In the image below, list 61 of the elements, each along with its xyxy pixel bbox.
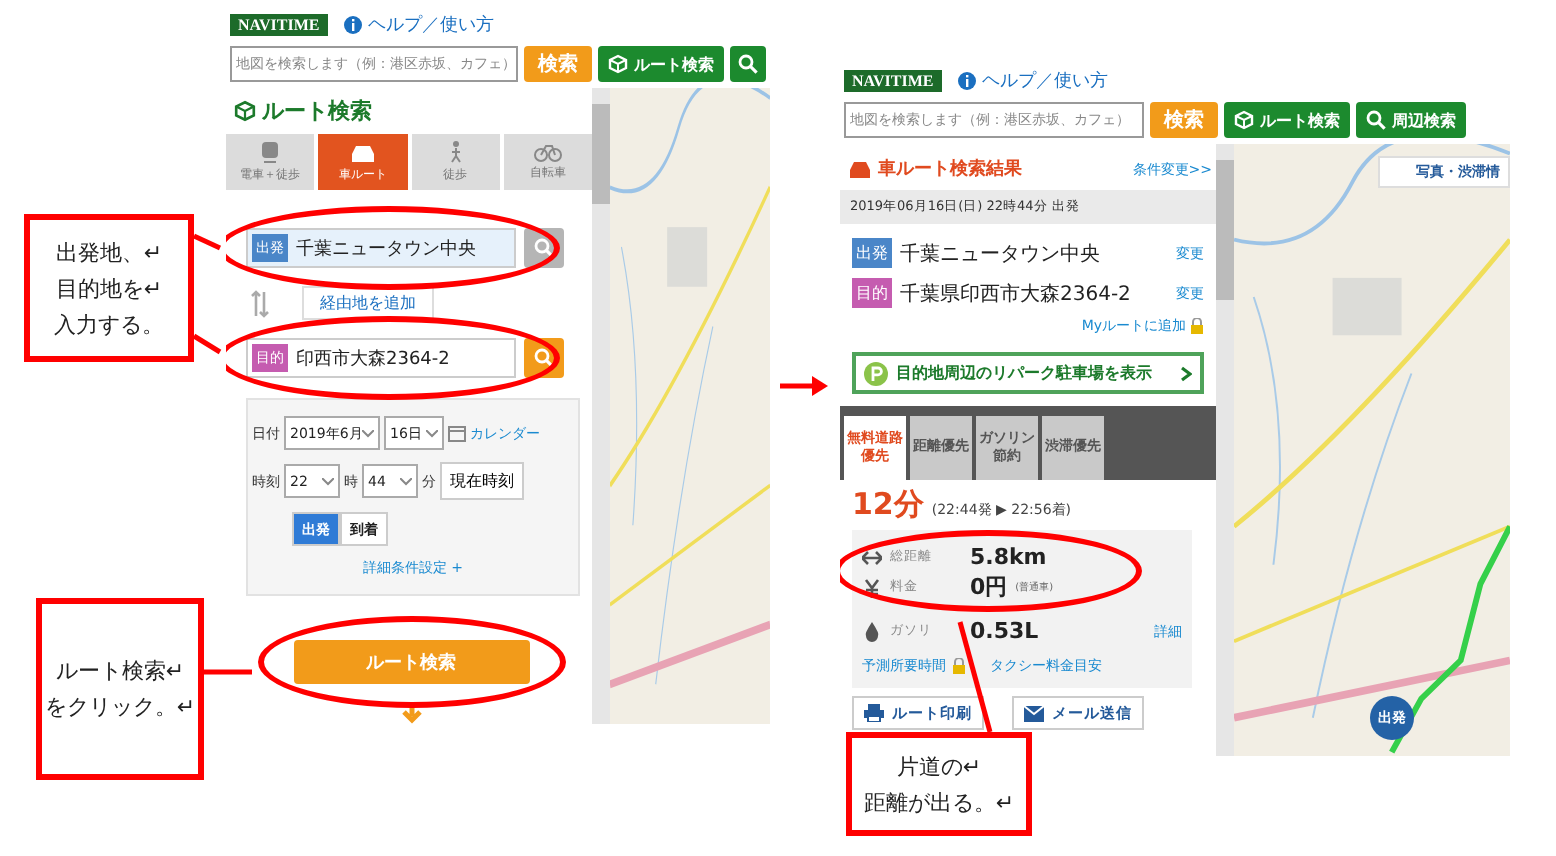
envelope-icon <box>1024 705 1044 721</box>
search-icon <box>738 54 759 74</box>
stat-value: 5.8km <box>970 544 1047 570</box>
logo[interactable]: NAVITIME <box>844 70 942 92</box>
point-name: 千葉県印西市大森2364-2 <box>900 281 1133 307</box>
drop-icon <box>862 621 882 641</box>
info-icon <box>343 16 362 34</box>
point-badge: 目的 <box>852 278 892 308</box>
info-icon <box>957 72 976 90</box>
yen-icon <box>862 577 882 597</box>
caret-icon <box>362 429 375 437</box>
callout-text: 距離が出る。↵ <box>863 787 1015 817</box>
callout-text: ルート検索↵ <box>55 656 185 686</box>
caret-icon <box>400 477 412 485</box>
car-icon <box>848 159 872 179</box>
chevron-icon <box>1180 365 1192 381</box>
route-search-button[interactable]: ルート検索 <box>598 46 725 82</box>
callout-text: 入力する。 <box>54 309 164 339</box>
search-icon <box>1366 110 1386 130</box>
panel-title: ルート検索 <box>226 88 592 134</box>
search-icon <box>534 348 554 368</box>
lock-icon <box>952 658 966 674</box>
lock-icon <box>1190 318 1204 334</box>
cube-icon <box>1234 110 1254 130</box>
right-arrow-icon <box>780 376 828 396</box>
scrollbar[interactable] <box>592 88 610 724</box>
car-icon <box>349 141 376 163</box>
result-title: 車ルート検索結果 <box>848 156 1022 182</box>
callout-text: 片道の↵ <box>896 751 982 781</box>
caret-icon <box>322 477 334 485</box>
bicycle-icon <box>533 142 562 162</box>
current-time-button[interactable]: 現在時刻 <box>440 462 524 500</box>
scrollbar-thumb[interactable] <box>1216 160 1234 300</box>
callout-text: 出発地、↵ <box>55 237 163 267</box>
walking-person-icon <box>445 140 466 164</box>
stat-value: 0.53L <box>970 618 1039 644</box>
caret-icon <box>426 429 438 437</box>
callout-text: をクリック。↵ <box>44 692 196 722</box>
point-name: 千葉ニュータウン中央 <box>900 241 1102 267</box>
cube-icon <box>234 100 256 122</box>
scrollbar-thumb[interactable] <box>592 104 610 204</box>
stat-value: 0円 <box>970 572 1008 602</box>
parking-icon <box>864 361 888 385</box>
calendar-icon <box>448 424 466 442</box>
printer-icon <box>864 704 884 722</box>
search-icon <box>534 238 554 258</box>
callout-text: 目的地を↵ <box>55 273 163 303</box>
help-link[interactable]: ヘルプ／使い方 <box>343 12 494 38</box>
point-badge: 出発 <box>852 238 892 268</box>
double-arrow-icon <box>862 549 882 565</box>
parking-banner[interactable]: 目的地周辺のリパーク駐車場を表示 <box>852 352 1204 394</box>
logo[interactable]: NAVITIME <box>230 14 328 36</box>
down-arrow-icon <box>399 704 423 724</box>
scrollbar[interactable] <box>1216 144 1234 756</box>
route-search-button[interactable]: ルート検索 <box>1224 102 1350 138</box>
nearby-search-button[interactable]: 周辺検索 <box>1356 102 1466 138</box>
cube-icon <box>608 54 629 74</box>
duration: 12分 <box>852 486 924 524</box>
help-link[interactable]: ヘルプ／使い方 <box>957 68 1108 94</box>
swap-icon <box>250 289 270 317</box>
nearby-search-button[interactable] <box>730 46 766 82</box>
